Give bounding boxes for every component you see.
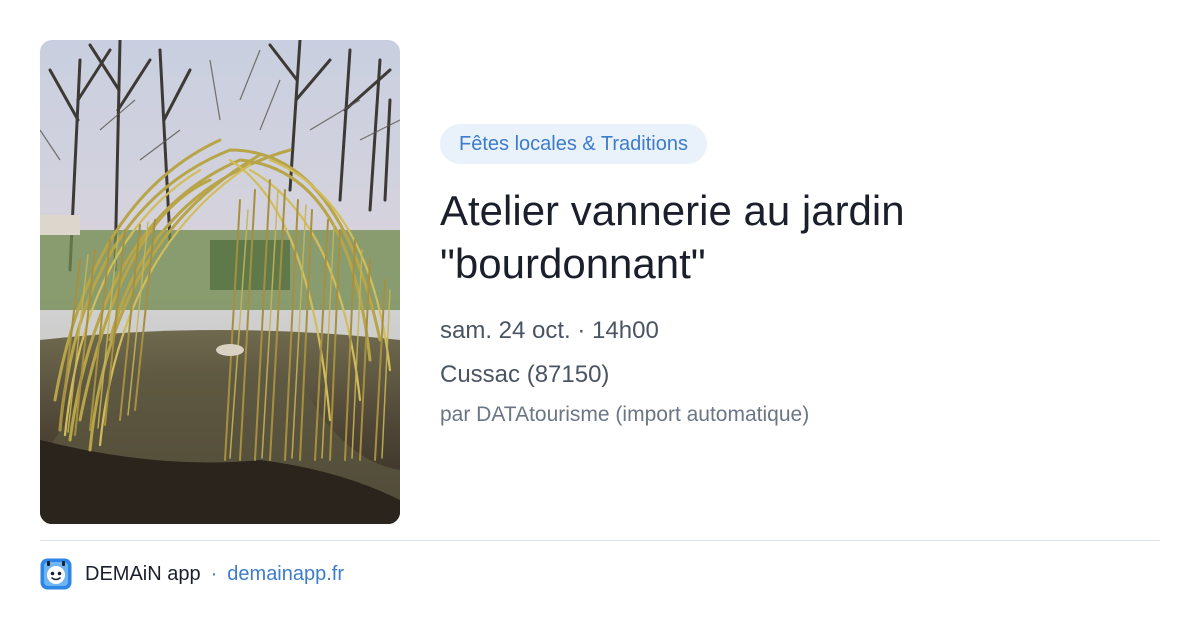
app-domain-link[interactable]: demainapp.fr [227, 563, 344, 586]
event-location: Cussac (87150) [440, 361, 610, 388]
event-title: Atelier vannerie au jardin "bourdonnant" [440, 184, 1160, 290]
event-date: sam. 24 oct. · 14h00 [440, 317, 659, 344]
app-name: DEMAiN app [85, 562, 201, 585]
footer-separator: · [210, 562, 218, 585]
event-title-line1: Atelier vannerie au jardin [440, 187, 905, 234]
event-title-line2: "bourdonnant" [440, 240, 706, 287]
event-share-card: Fêtes locales & Traditions Atelier vanne… [0, 0, 1200, 630]
event-source: par DATAtourisme (import automatique) [440, 403, 810, 426]
category-tag[interactable]: Fêtes locales & Traditions [440, 124, 707, 164]
footer-divider [40, 540, 1160, 541]
event-info: Fêtes locales & Traditions Atelier vanne… [440, 124, 1160, 428]
footer: DEMAiN app · demainapp.fr [40, 558, 344, 590]
event-photo [40, 40, 400, 524]
demain-app-logo-icon [40, 558, 72, 590]
